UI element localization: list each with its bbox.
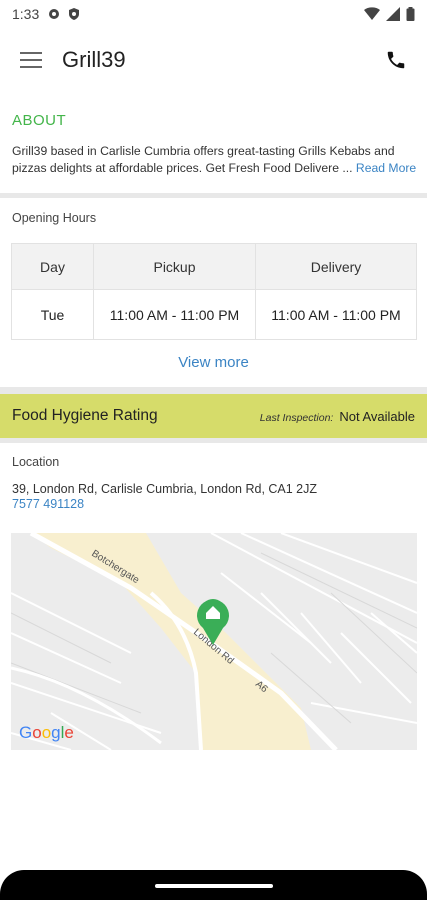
cell-delivery: 11:00 AM - 11:00 PM bbox=[255, 289, 417, 340]
last-inspection-value: Not Available bbox=[339, 408, 415, 424]
view-more-link[interactable]: View more bbox=[0, 354, 427, 371]
column-header-day: Day bbox=[11, 243, 94, 290]
location-phone-link[interactable]: 7577 491128 bbox=[12, 497, 84, 511]
map-highlight-area bbox=[31, 533, 311, 750]
battery-icon bbox=[406, 7, 415, 21]
shield-icon bbox=[69, 8, 80, 20]
settings-icon bbox=[49, 9, 60, 19]
about-section: ABOUT Grill39 based in Carlisle Cumbria … bbox=[12, 112, 418, 177]
about-text: Grill39 based in Carlisle Cumbria offers… bbox=[12, 144, 395, 175]
divider bbox=[0, 438, 427, 443]
home-indicator[interactable] bbox=[155, 884, 273, 888]
status-bar: 1:33 bbox=[0, 0, 427, 28]
column-header-delivery: Delivery bbox=[255, 243, 417, 290]
read-more-link[interactable]: Read More bbox=[356, 161, 416, 175]
wifi-icon bbox=[364, 7, 380, 20]
about-heading: ABOUT bbox=[12, 112, 67, 129]
status-time: 1:33 bbox=[12, 6, 40, 22]
table-header-row: Day Pickup Delivery bbox=[11, 243, 417, 290]
divider bbox=[0, 193, 427, 198]
location-address: 39, London Rd, Carlisle Cumbria, London … bbox=[12, 482, 318, 496]
table-row: Tue 11:00 AM - 11:00 PM 11:00 AM - 11:00… bbox=[11, 289, 417, 340]
app-bar: Grill39 bbox=[0, 36, 427, 84]
about-description: Grill39 based in Carlisle Cumbria offers… bbox=[12, 143, 418, 177]
phone-icon[interactable] bbox=[385, 49, 407, 71]
opening-hours-table: Day Pickup Delivery Tue 11:00 AM - 11:00… bbox=[11, 243, 417, 340]
map-graphic: Botchergate London Rd A6 Google bbox=[11, 533, 417, 750]
opening-hours-title: Opening Hours bbox=[12, 211, 97, 225]
cell-day: Tue bbox=[11, 289, 94, 340]
divider bbox=[0, 387, 427, 394]
menu-icon[interactable] bbox=[20, 52, 42, 68]
food-hygiene-bar: Food Hygiene Rating Last Inspection: Not… bbox=[0, 394, 427, 438]
signal-icon bbox=[386, 7, 400, 21]
google-logo: Google bbox=[19, 723, 74, 742]
cell-pickup: 11:00 AM - 11:00 PM bbox=[93, 289, 256, 340]
column-header-pickup: Pickup bbox=[93, 243, 256, 290]
location-map[interactable]: Botchergate London Rd A6 Google bbox=[11, 533, 417, 750]
app-title: Grill39 bbox=[62, 47, 126, 72]
last-inspection-label: Last Inspection: bbox=[259, 411, 334, 424]
location-title: Location bbox=[12, 455, 60, 469]
hygiene-title: Food Hygiene Rating bbox=[12, 407, 158, 424]
